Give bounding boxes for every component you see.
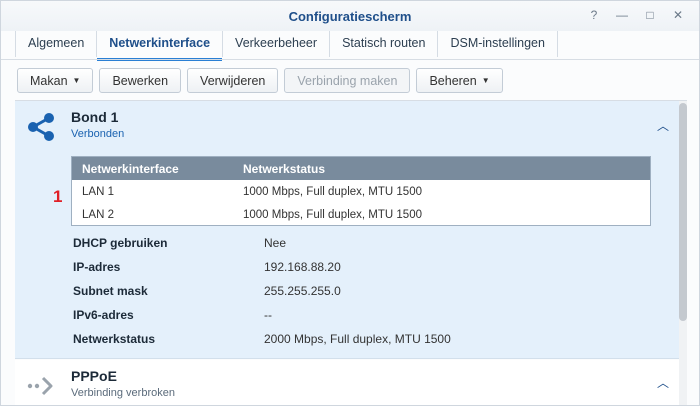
tab-statisch-routen[interactable]: Statisch routen [330, 31, 439, 57]
property-label: IP-adres [73, 260, 121, 274]
chevron-up-icon[interactable]: ︿ [657, 117, 669, 134]
property-row: Netwerkstatus 2000 Mbps, Full duplex, MT… [73, 327, 633, 351]
property-label: Netwerkstatus [73, 332, 156, 346]
list-item-pppoe[interactable]: PPPoE Verbinding verbroken ︿ [15, 360, 679, 405]
pppoe-connect-icon [27, 376, 53, 396]
table-cell: LAN 1 [82, 185, 114, 198]
tab-verkeerbeheer[interactable]: Verkeerbeheer [223, 31, 331, 57]
create-dropdown-button[interactable]: Makan ▼ [17, 68, 94, 93]
tab-divider [1, 59, 699, 60]
tab-bar: Algemeen Netwerkinterface Verkeerbeheer … [15, 31, 558, 61]
property-row: IPv6-adres -- [73, 303, 633, 327]
caret-down-icon: ▼ [481, 76, 490, 85]
property-value: -- [264, 308, 272, 322]
property-row: Subnet mask 255.255.255.0 [73, 279, 633, 303]
property-label: Subnet mask [73, 284, 148, 298]
table-cell: 1000 Mbps, Full duplex, MTU 1500 [243, 185, 422, 198]
edit-button-label: Bewerken [112, 73, 169, 88]
table-row[interactable]: LAN 1 1000 Mbps, Full duplex, MTU 1500 [72, 180, 650, 203]
caret-down-icon: ▼ [72, 76, 81, 85]
pppoe-status: Verbinding verbroken [71, 387, 175, 399]
scrollbar-thumb[interactable] [679, 103, 687, 321]
delete-button-label: Verwijderen [200, 73, 266, 88]
property-label: IPv6-adres [73, 308, 134, 322]
member-interfaces-table: Netwerkinterface Netwerkstatus LAN 1 100… [71, 156, 651, 226]
list-item-bond[interactable]: Bond 1 Verbonden ︿ 1 Netwerkinterface Ne… [15, 101, 679, 359]
annotation-marker: 1 [53, 187, 63, 206]
property-label: DHCP gebruiken [73, 236, 168, 250]
manage-dropdown-button[interactable]: Beheren ▼ [416, 68, 503, 93]
table-cell: LAN 2 [82, 208, 114, 221]
interface-list: Bond 1 Verbonden ︿ 1 Netwerkinterface Ne… [15, 100, 687, 405]
table-header: Netwerkinterface Netwerkstatus [72, 157, 650, 180]
chevron-up-icon[interactable]: ︿ [657, 374, 669, 391]
tab-netwerkinterface[interactable]: Netwerkinterface [97, 31, 224, 61]
table-row[interactable]: LAN 2 1000 Mbps, Full duplex, MTU 1500 [72, 203, 650, 226]
property-row: DHCP gebruiken Nee [73, 231, 633, 255]
title-bar: Configuratiescherm ? — □ ✕ [1, 1, 699, 31]
scrollbar-track[interactable] [679, 101, 687, 405]
tab-dsm-instellingen[interactable]: DSM-instellingen [438, 31, 558, 57]
column-header-status: Netwerkstatus [243, 161, 326, 176]
property-value: Nee [264, 236, 287, 250]
create-button-label: Makan [30, 73, 68, 88]
window-controls: ? — □ ✕ [587, 8, 685, 22]
manage-button-label: Beheren [429, 73, 477, 88]
help-icon[interactable]: ? [587, 8, 601, 22]
maximize-icon[interactable]: □ [643, 8, 657, 22]
property-value: 192.168.88.20 [264, 260, 341, 274]
table-cell: 1000 Mbps, Full duplex, MTU 1500 [243, 208, 422, 221]
bond-share-icon [28, 113, 54, 141]
tab-algemeen[interactable]: Algemeen [15, 31, 98, 57]
property-value: 255.255.255.0 [264, 284, 341, 298]
property-row: IP-adres 192.168.88.20 [73, 255, 633, 279]
delete-button[interactable]: Verwijderen [187, 68, 279, 93]
bond-properties: DHCP gebruiken Nee IP-adres 192.168.88.2… [73, 231, 633, 351]
connect-button-label: Verbinding maken [297, 73, 398, 88]
connect-button[interactable]: Verbinding maken [284, 68, 411, 93]
column-header-interface: Netwerkinterface [82, 161, 179, 176]
edit-button[interactable]: Bewerken [99, 68, 182, 93]
close-icon[interactable]: ✕ [671, 8, 685, 22]
property-value: 2000 Mbps, Full duplex, MTU 1500 [264, 332, 451, 346]
control-panel-window: Configuratiescherm ? — □ ✕ Algemeen Netw… [0, 0, 700, 406]
minimize-icon[interactable]: — [615, 8, 629, 22]
bond-title: Bond 1 [71, 109, 119, 125]
bond-status: Verbonden [71, 128, 125, 140]
pppoe-title: PPPoE [71, 368, 117, 384]
toolbar: Makan ▼ Bewerken Verwijderen Verbinding … [17, 68, 503, 93]
